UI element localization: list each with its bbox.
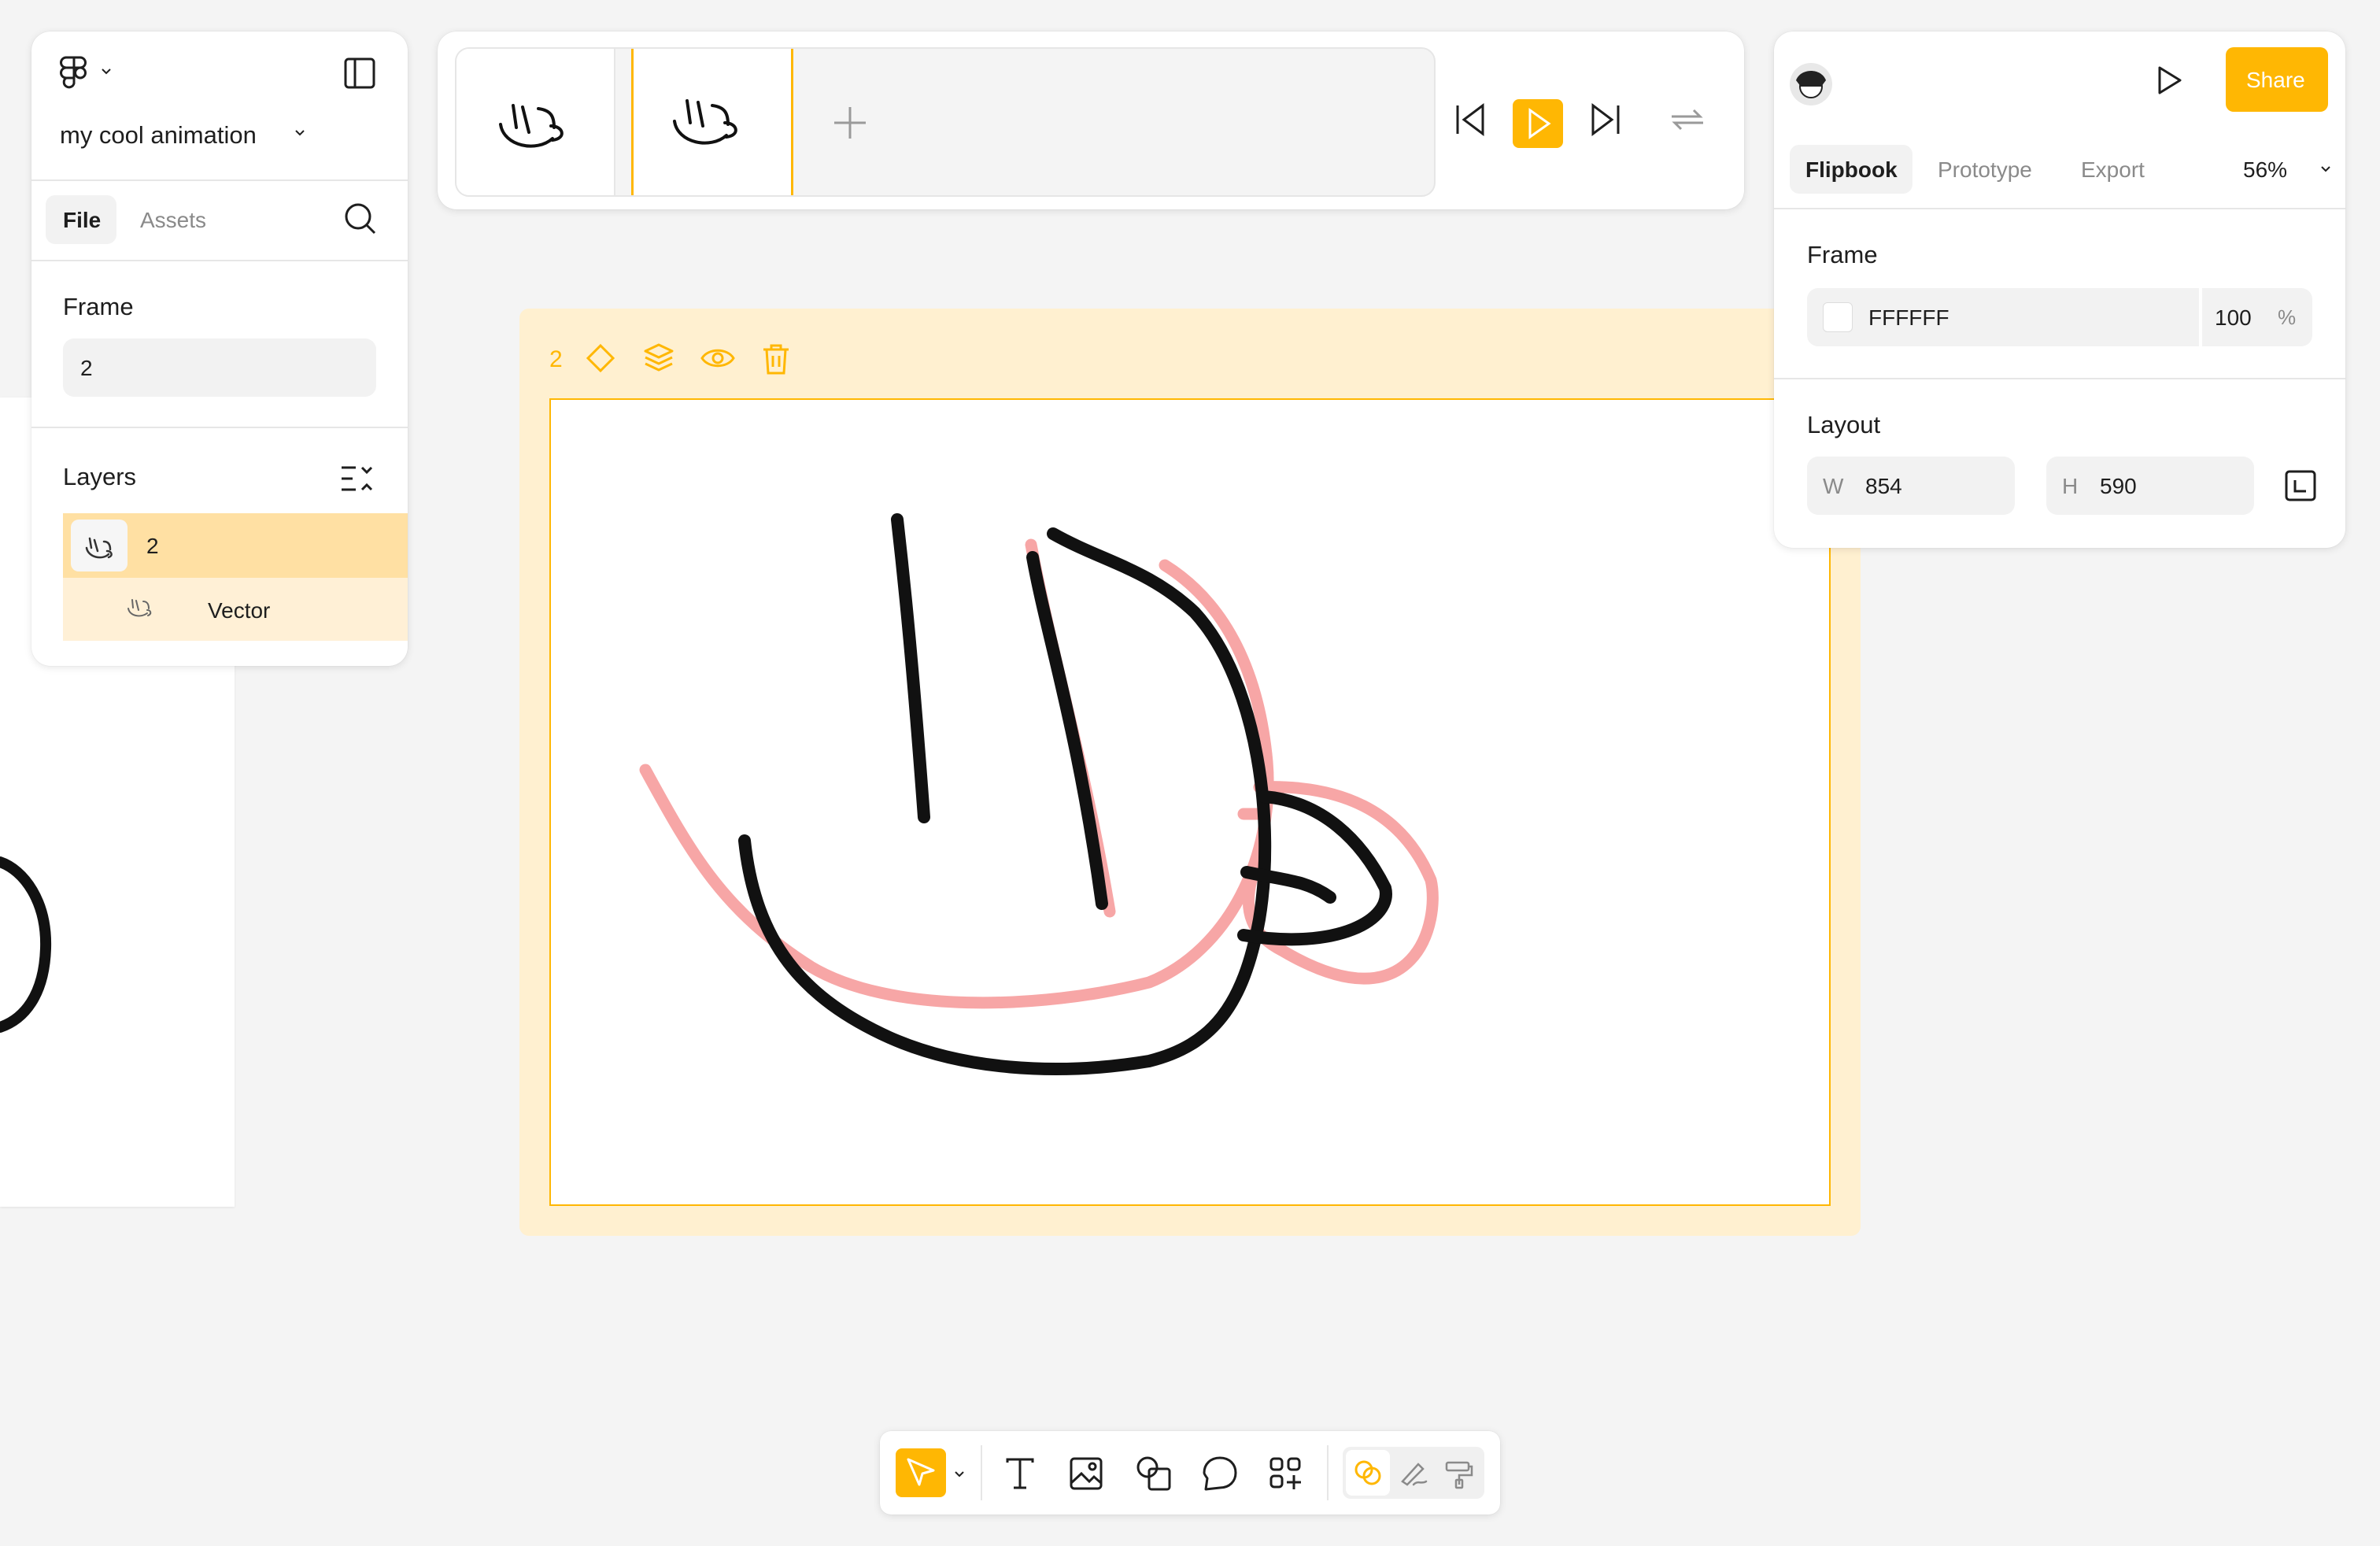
fill-hex-value: FFFFFF [1868,305,1949,330]
drawing-canvas[interactable] [549,398,1831,1206]
right-panel: Share Flipbook Prototype Export 56% Fram… [1774,31,2345,548]
bottom-toolbar [880,1431,1500,1515]
left-panel: my cool animation File Assets Frame 2 La… [31,31,408,666]
draw-mode-icon[interactable] [1398,1458,1429,1489]
skip-back-icon[interactable] [1453,102,1488,137]
onion-skin-toggle[interactable] [1346,1450,1390,1496]
layers-icon[interactable] [642,342,675,375]
opacity-unit: % [2278,305,2297,329]
select-tool-button[interactable] [896,1448,946,1497]
tab-flipbook[interactable]: Flipbook [1790,145,1913,194]
layers-section-title: Layers [63,463,137,490]
frame-section-title: Frame [63,293,134,320]
frame-input[interactable]: 2 [63,338,376,397]
avatar[interactable] [1790,63,1832,105]
add-frame-icon[interactable] [833,105,867,140]
frame-props-title: Frame [1807,241,1878,268]
loop-icon[interactable] [1669,104,1706,135]
share-button-label: Share [2246,68,2305,92]
layers-collapse-icon[interactable] [340,463,375,494]
timeline-panel [438,31,1744,209]
tab-assets[interactable]: Assets [140,208,206,233]
height-field[interactable]: H 590 [2046,457,2254,515]
text-tool-icon[interactable] [1003,1456,1037,1491]
image-tool-icon[interactable] [1069,1456,1103,1491]
play-button[interactable] [1513,99,1563,148]
select-tool-chevron-icon[interactable] [954,1470,965,1478]
frame-thumbnail-2[interactable] [631,49,793,195]
tab-flipbook-label: Flipbook [1805,157,1898,182]
height-value: 590 [2100,474,2137,498]
share-button[interactable]: Share [2226,47,2328,112]
skip-forward-icon[interactable] [1588,102,1623,137]
width-label: W [1823,474,1844,498]
canvas-frame-label: 2 [549,346,563,372]
shape-tool-icon[interactable] [1135,1455,1173,1492]
tab-export[interactable]: Export [2081,157,2145,183]
fill-swatch[interactable] [1823,302,1853,332]
file-name[interactable]: my cool animation [60,121,257,150]
components-tool-icon[interactable] [1269,1456,1303,1491]
zoom-level[interactable]: 56% [2243,157,2287,183]
layer-row-label: Vector [208,598,271,623]
mode-group [1343,1447,1484,1499]
width-field[interactable]: W 854 [1807,457,2015,515]
eye-icon[interactable] [700,345,735,372]
opacity-value: 100 [2215,305,2252,330]
layer-row-vector[interactable]: Vector [63,578,408,641]
present-play-icon[interactable] [2152,63,2186,98]
sidebar-toggle-icon[interactable] [343,57,376,90]
layer-row-label: 2 [146,534,159,558]
canvas-frame-container: 2 [519,309,1861,1236]
frame-input-value: 2 [80,356,93,380]
paint-mode-icon[interactable] [1443,1458,1475,1489]
zoom-chevron-icon[interactable] [2320,165,2331,173]
tab-file[interactable]: File [46,195,116,244]
comment-tool-icon[interactable] [1201,1455,1239,1492]
layout-title: Layout [1807,411,1881,438]
width-value: 854 [1865,474,1902,498]
layer-thumbnail [71,520,128,571]
layer-row-frame[interactable]: 2 [63,513,408,578]
keyframe-icon[interactable] [586,343,615,373]
search-icon[interactable] [343,202,378,236]
tab-file-label: File [63,208,102,232]
fill-color-field[interactable]: FFFFFF [1807,288,2199,346]
tab-prototype[interactable]: Prototype [1938,157,2032,183]
resize-to-fit-icon[interactable] [2284,469,2317,502]
frame-thumbnail-1[interactable] [456,49,615,195]
trash-icon[interactable] [762,343,790,375]
opacity-field[interactable]: 100 % [2202,288,2312,346]
height-label: H [2062,474,2079,498]
file-name-chevron-icon[interactable] [294,129,305,137]
figma-logo-icon[interactable] [58,55,90,91]
vector-layer-icon [124,595,156,622]
frame-strip [455,47,1436,197]
chevron-down-icon[interactable] [101,68,112,76]
